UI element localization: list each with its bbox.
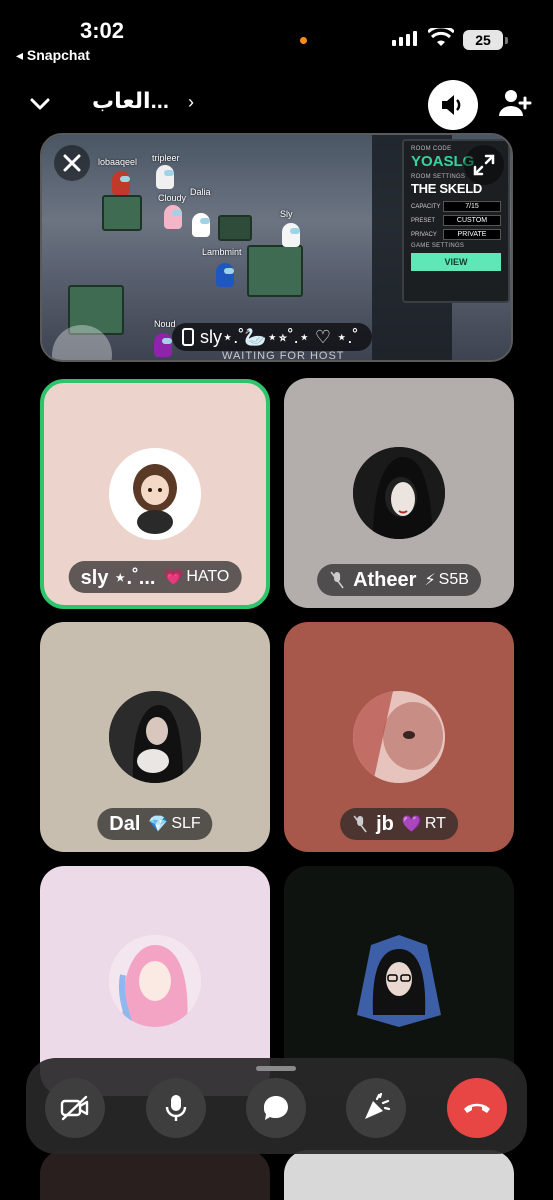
avatar — [109, 935, 201, 1027]
avatar-image — [353, 447, 445, 539]
cellular-signal-icon — [392, 30, 417, 46]
player-name: Sly — [280, 209, 293, 219]
avatar — [353, 447, 445, 539]
group-title[interactable]: العاب... — [92, 88, 169, 114]
avatar-image — [353, 691, 445, 783]
waiting-text: WAITING FOR HOST — [222, 350, 345, 362]
participant-tile[interactable]: Atheer ⚡ S5B — [284, 378, 514, 608]
crewmate-sprite — [112, 171, 130, 195]
player-name: Dalia — [190, 187, 211, 197]
microphone-icon — [165, 1095, 187, 1121]
avatar — [353, 935, 445, 1027]
chat-icon — [264, 1096, 288, 1120]
speaker-icon — [442, 95, 461, 115]
participant-tile[interactable]: jb 💜 RT — [284, 622, 514, 852]
privacy-value: PRIVATE — [443, 229, 501, 240]
privacy-label: PRIVACY — [411, 231, 437, 238]
crewmate-sprite — [156, 165, 174, 189]
participant-name: Dal — [109, 812, 141, 835]
lightning-icon: ⚡ — [424, 572, 436, 589]
participant-name-pill: jb 💜 RT — [340, 808, 458, 840]
phone-icon — [182, 328, 194, 346]
add-friend-icon[interactable] — [498, 88, 532, 118]
game-crate — [102, 195, 142, 231]
avatar-image — [109, 448, 201, 540]
participant-tile[interactable] — [40, 1150, 270, 1200]
mic-muted-icon — [330, 571, 344, 589]
participant-name: Atheer — [353, 568, 417, 591]
call-controls-bar — [26, 1058, 527, 1154]
mic-indicator-dot — [300, 37, 307, 44]
call-header: العاب... › — [0, 80, 553, 130]
game-crate — [247, 245, 303, 297]
player-name: Noud — [154, 319, 176, 329]
crewmate-sprite — [192, 213, 210, 237]
speaker-button[interactable] — [428, 80, 478, 130]
avatar — [109, 691, 201, 783]
lens-icon — [365, 1093, 391, 1119]
avatar — [353, 691, 445, 783]
mic-muted-icon — [353, 815, 367, 833]
gem-icon: 💎 — [148, 816, 169, 833]
avatar-image — [357, 935, 441, 1027]
camera-toggle-button[interactable] — [45, 1078, 105, 1138]
status-time: 3:02 — [80, 18, 125, 43]
participant-name-pill: Atheer ⚡ S5B — [317, 564, 481, 596]
close-icon — [63, 154, 81, 172]
expand-icon — [473, 154, 495, 176]
participant-tile[interactable]: sly ⋆.˚... 💗 HATO — [40, 379, 270, 609]
shared-screen[interactable]: lobaaqeel tripleer Cloudy Dalia Lambmint… — [40, 133, 513, 362]
battery-icon: 25 — [463, 30, 503, 50]
avatar-image — [109, 691, 201, 783]
camera-off-icon — [60, 1095, 89, 1121]
preset-value: CUSTOM — [443, 215, 501, 226]
capacity-value: 7/15 — [443, 201, 501, 212]
player-name: Lambmint — [202, 247, 242, 257]
avatar-image — [109, 935, 201, 1027]
view-settings-button[interactable]: VIEW — [411, 253, 501, 271]
participant-tile[interactable]: Dal 💎 SLF — [40, 622, 270, 852]
crewmate-sprite — [216, 263, 234, 287]
expand-screen-button[interactable] — [464, 145, 504, 185]
participant-badge: ⚡ S5B — [424, 571, 469, 589]
end-call-icon — [464, 1103, 490, 1113]
crewmate-sprite — [154, 333, 172, 357]
crewmate-sprite — [282, 223, 300, 247]
wifi-icon — [428, 28, 454, 46]
player-name: lobaaqeel — [98, 157, 138, 167]
participant-tile[interactable] — [284, 1150, 514, 1200]
participant-badge: 💜 RT — [401, 815, 446, 833]
player-name: Cloudy — [158, 193, 187, 203]
participant-badge: 💗 HATO — [163, 568, 230, 586]
player-name: tripleer — [152, 153, 180, 163]
game-crate — [218, 215, 252, 241]
status-bar: 3:02 ◂ Snapchat 25 — [0, 0, 553, 70]
capacity-label: CAPACITY — [411, 203, 441, 210]
preset-label: PRESET — [411, 217, 436, 224]
chat-button[interactable] — [246, 1078, 306, 1138]
back-to-app-link[interactable]: ◂ Snapchat — [16, 47, 90, 64]
end-call-button[interactable] — [447, 1078, 507, 1138]
avatar — [109, 448, 201, 540]
heart-icon: 💗 — [163, 569, 184, 586]
lens-button[interactable] — [346, 1078, 406, 1138]
participant-badge: 💎 SLF — [148, 815, 201, 833]
close-screen-button[interactable] — [54, 145, 90, 181]
participant-name-pill: Dal 💎 SLF — [97, 808, 213, 840]
drag-handle[interactable] — [256, 1066, 296, 1071]
chevron-down-icon[interactable] — [28, 92, 52, 116]
crewmate-sprite — [164, 205, 182, 229]
heart-icon: 💜 — [401, 816, 422, 833]
microphone-button[interactable] — [146, 1078, 206, 1138]
participant-name: jb — [376, 812, 394, 835]
sharer-name: sly⋆.˚🦢⋆⭒˚.⋆ ♡ ⋆.˚ — [200, 326, 359, 347]
screen-sharer-tag: sly⋆.˚🦢⋆⭒˚.⋆ ♡ ⋆.˚ — [172, 323, 373, 351]
game-settings-label: GAME SETTINGS — [411, 243, 465, 249]
chevron-right-icon[interactable]: › — [188, 92, 194, 113]
participant-name: sly ⋆.˚... — [80, 566, 156, 589]
participant-name-pill: sly ⋆.˚... 💗 HATO — [68, 561, 242, 593]
